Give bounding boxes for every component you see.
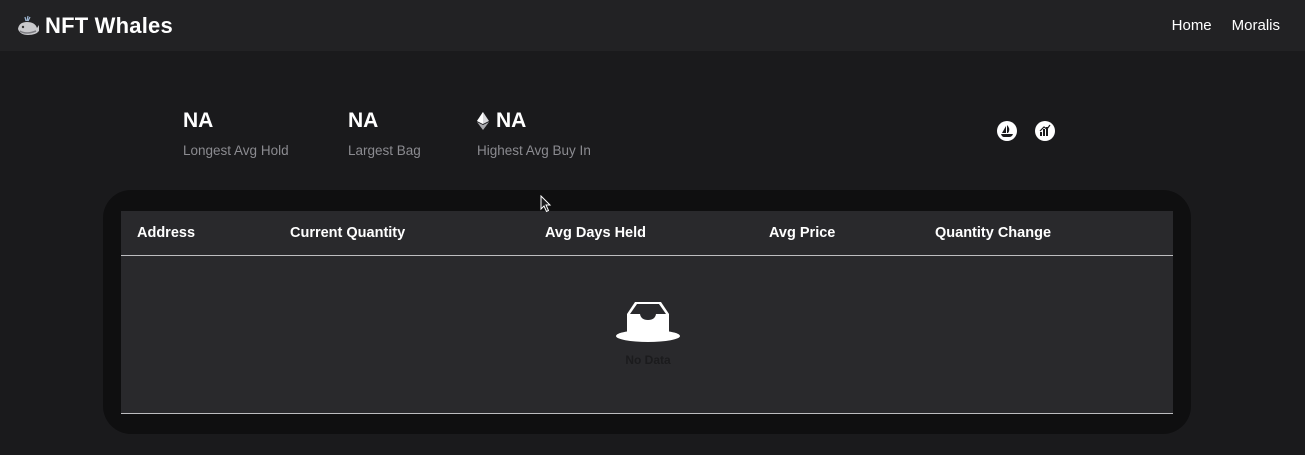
brand[interactable]: NFT Whales	[16, 13, 173, 39]
chart-icon[interactable]	[1035, 121, 1055, 141]
stat-highest-avg-buy-in: NA Highest Avg Buy In	[477, 108, 591, 158]
column-header-avg-price[interactable]: Avg Price	[769, 225, 835, 241]
nav-link-home[interactable]: Home	[1172, 17, 1212, 34]
empty-state-text: No Data	[625, 353, 671, 367]
stat-longest-avg-hold: NA Longest Avg Hold	[183, 108, 348, 158]
whale-icon	[16, 14, 40, 38]
empty-inbox-icon	[616, 302, 680, 342]
whales-table: Address Current Quantity Avg Days Held A…	[121, 211, 1173, 414]
column-header-quantity-change[interactable]: Quantity Change	[935, 225, 1051, 241]
table-header: Address Current Quantity Avg Days Held A…	[121, 211, 1173, 256]
stat-value-row: NA	[477, 108, 591, 134]
stat-label: Longest Avg Hold	[183, 143, 289, 158]
action-icons	[997, 121, 1055, 141]
stat-value: NA	[496, 109, 527, 132]
stat-largest-bag: NA Largest Bag	[348, 108, 477, 158]
table-body: No Data	[121, 256, 1173, 414]
app-title: NFT Whales	[45, 12, 173, 38]
stats-row: NA Longest Avg Hold NA Largest Bag NA Hi…	[183, 108, 591, 158]
ethereum-icon	[477, 112, 489, 130]
opensea-icon[interactable]	[997, 121, 1017, 141]
stat-label: Highest Avg Buy In	[477, 143, 591, 158]
column-header-current-quantity[interactable]: Current Quantity	[290, 225, 405, 241]
stat-value: NA	[348, 109, 379, 132]
empty-state: No Data	[616, 298, 680, 367]
stat-value: NA	[183, 109, 214, 132]
top-navbar: NFT Whales Home Moralis	[0, 0, 1305, 51]
column-header-address[interactable]: Address	[137, 225, 195, 241]
mouse-cursor-icon	[540, 195, 552, 213]
nav-link-moralis[interactable]: Moralis	[1232, 17, 1280, 34]
stat-label: Largest Bag	[348, 143, 421, 158]
column-header-avg-days-held[interactable]: Avg Days Held	[545, 225, 646, 241]
nav-links: Home Moralis	[1152, 17, 1280, 34]
